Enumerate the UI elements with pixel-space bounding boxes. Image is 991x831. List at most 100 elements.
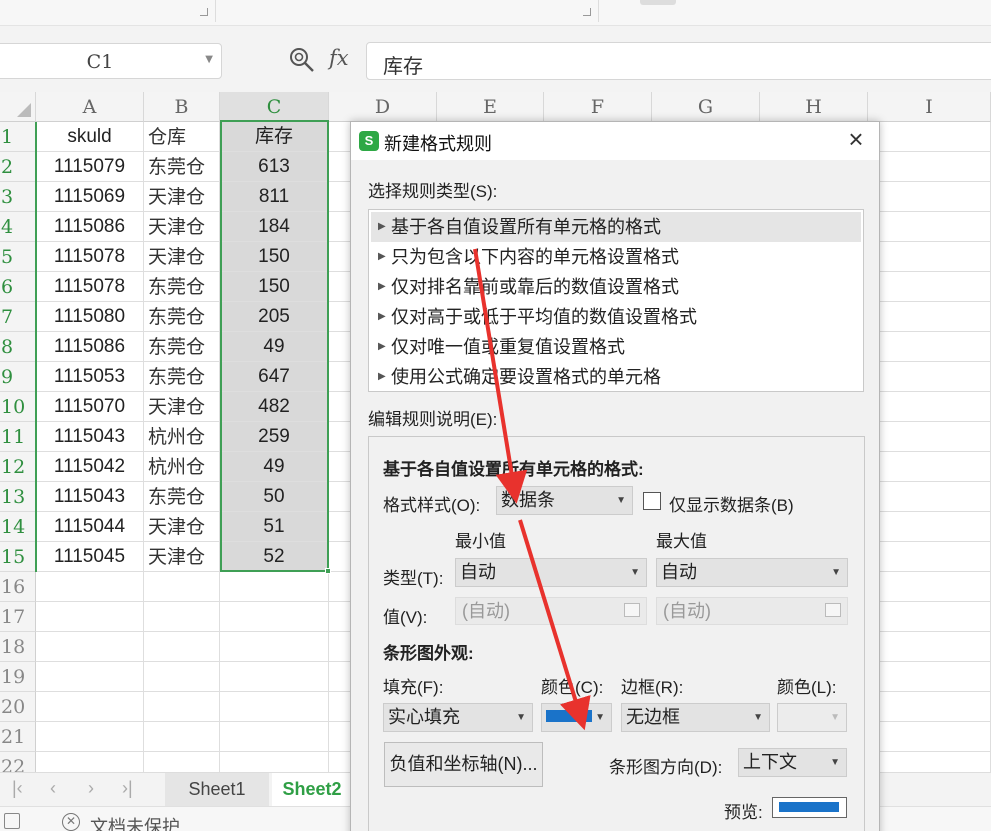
table-cell[interactable] xyxy=(144,722,220,752)
show-bar-only-label[interactable]: 仅显示数据条(B) xyxy=(669,491,794,516)
table-cell[interactable] xyxy=(868,692,991,722)
fx-icon[interactable]: fx xyxy=(329,46,349,70)
fill-select[interactable]: 实心填充 ▼ xyxy=(383,703,533,732)
header-cell[interactable]: 仓库 xyxy=(144,122,220,152)
row-header[interactable]: 9 xyxy=(0,362,36,392)
prev-sheet-icon[interactable]: ‹ xyxy=(50,778,56,799)
table-cell[interactable]: 1115079 xyxy=(36,152,144,182)
table-cell[interactable] xyxy=(868,392,991,422)
table-cell[interactable] xyxy=(220,602,329,632)
table-cell[interactable] xyxy=(868,572,991,602)
table-cell[interactable] xyxy=(220,632,329,662)
bar-direction-select[interactable]: 上下文 ▼ xyxy=(738,748,847,777)
table-cell[interactable] xyxy=(868,722,991,752)
range-picker-icon[interactable] xyxy=(825,603,841,617)
table-cell[interactable]: 1115086 xyxy=(36,332,144,362)
table-cell[interactable]: 1115086 xyxy=(36,212,144,242)
table-cell[interactable] xyxy=(868,422,991,452)
row-header[interactable]: 7 xyxy=(0,302,36,332)
row-header[interactable]: 22 xyxy=(0,752,36,772)
table-cell[interactable] xyxy=(868,512,991,542)
table-cell[interactable]: 49 xyxy=(220,452,329,482)
table-cell[interactable]: 811 xyxy=(220,182,329,212)
list-item[interactable]: ▶ 仅对排名靠前或靠后的数值设置格式 xyxy=(371,272,861,302)
tab-sheet2[interactable]: Sheet2 xyxy=(272,773,352,806)
row-header[interactable]: 19 xyxy=(0,662,36,692)
table-cell[interactable] xyxy=(144,662,220,692)
table-cell[interactable] xyxy=(220,722,329,752)
table-cell[interactable]: 东莞仓 xyxy=(144,272,220,302)
dialog-title-bar[interactable]: S 新建格式规则 × xyxy=(351,122,879,160)
table-cell[interactable]: 1115080 xyxy=(36,302,144,332)
row-header[interactable]: 18 xyxy=(0,632,36,662)
table-cell[interactable] xyxy=(36,692,144,722)
table-cell[interactable]: 51 xyxy=(220,512,329,542)
table-cell[interactable]: 东莞仓 xyxy=(144,302,220,332)
row-header[interactable]: 13 xyxy=(0,482,36,512)
table-cell[interactable] xyxy=(36,572,144,602)
row-header[interactable]: 20 xyxy=(0,692,36,722)
table-cell[interactable]: 天津仓 xyxy=(144,512,220,542)
border-color-select[interactable]: ▼ xyxy=(777,703,847,732)
select-all-corner[interactable] xyxy=(0,92,36,122)
row-header[interactable]: 3 xyxy=(0,182,36,212)
table-cell[interactable]: 647 xyxy=(220,362,329,392)
table-cell[interactable]: 杭州仓 xyxy=(144,422,220,452)
table-cell[interactable] xyxy=(220,572,329,602)
table-cell[interactable]: 150 xyxy=(220,242,329,272)
table-cell[interactable] xyxy=(868,452,991,482)
table-cell[interactable] xyxy=(220,662,329,692)
table-cell[interactable]: 205 xyxy=(220,302,329,332)
table-cell[interactable] xyxy=(36,662,144,692)
column-header-i[interactable]: I xyxy=(868,92,991,122)
table-cell[interactable] xyxy=(220,752,329,772)
row-header[interactable]: 10 xyxy=(0,392,36,422)
table-cell[interactable] xyxy=(868,302,991,332)
table-cell[interactable] xyxy=(868,662,991,692)
row-header[interactable]: 17 xyxy=(0,602,36,632)
table-cell[interactable]: 50 xyxy=(220,482,329,512)
table-cell[interactable] xyxy=(868,542,991,572)
table-cell[interactable]: 1115078 xyxy=(36,242,144,272)
row-header[interactable]: 14 xyxy=(0,512,36,542)
list-item[interactable]: ▶ 只为包含以下内容的单元格设置格式 xyxy=(371,242,861,272)
min-value-input[interactable]: (自动) xyxy=(455,597,647,625)
table-cell[interactable] xyxy=(868,602,991,632)
row-header[interactable]: 15 xyxy=(0,542,36,572)
header-cell[interactable]: 库存 xyxy=(220,122,329,152)
table-cell[interactable]: 1115045 xyxy=(36,542,144,572)
table-cell[interactable]: 东莞仓 xyxy=(144,362,220,392)
group-expand-icon[interactable] xyxy=(200,8,208,16)
table-cell[interactable]: 天津仓 xyxy=(144,242,220,272)
table-cell[interactable]: 49 xyxy=(220,332,329,362)
fill-handle[interactable] xyxy=(325,568,331,574)
table-cell[interactable] xyxy=(144,692,220,722)
list-item[interactable]: ▶ 基于各自值设置所有单元格的格式 xyxy=(371,212,861,242)
table-cell[interactable]: 52 xyxy=(220,542,329,572)
row-header[interactable]: 16 xyxy=(0,572,36,602)
table-cell[interactable]: 东莞仓 xyxy=(144,482,220,512)
column-header-b[interactable]: B xyxy=(144,92,220,122)
fill-color-select[interactable]: ▼ xyxy=(541,703,612,732)
document-icon[interactable] xyxy=(4,813,20,829)
row-header[interactable]: 12 xyxy=(0,452,36,482)
row-header[interactable]: 2 xyxy=(0,152,36,182)
table-cell[interactable] xyxy=(144,572,220,602)
table-cell[interactable] xyxy=(36,602,144,632)
table-cell[interactable]: 613 xyxy=(220,152,329,182)
column-header-a[interactable]: A xyxy=(36,92,144,122)
group-expand-icon[interactable] xyxy=(583,8,591,16)
table-cell[interactable] xyxy=(868,242,991,272)
row-header[interactable]: 1 xyxy=(0,122,36,152)
header-cell[interactable]: skuld xyxy=(36,122,144,152)
table-cell[interactable]: 1115053 xyxy=(36,362,144,392)
table-cell[interactable] xyxy=(144,632,220,662)
row-header[interactable]: 8 xyxy=(0,332,36,362)
table-cell[interactable]: 1115042 xyxy=(36,452,144,482)
row-header[interactable]: 6 xyxy=(0,272,36,302)
table-cell[interactable] xyxy=(868,272,991,302)
table-cell[interactable] xyxy=(868,752,991,772)
min-type-select[interactable]: 自动 ▼ xyxy=(455,558,647,587)
column-header-e[interactable]: E xyxy=(437,92,544,122)
row-header[interactable]: 11 xyxy=(0,422,36,452)
